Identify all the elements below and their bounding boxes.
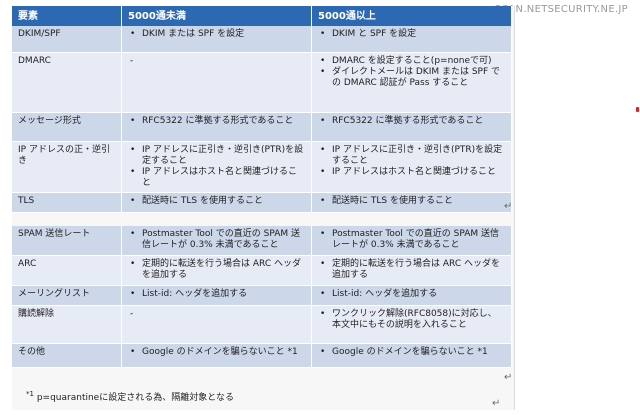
list-item: List-id: ヘッダを追加する [128,289,305,300]
list-item: List-id: ヘッダを追加する [318,289,505,300]
requirements-table-2: SPAM 送信レート Postmaster Tool での直近の SPAM 送信… [12,226,512,368]
table-row: その他 Google のドメインを騙らないこと *1 Google のドメインを… [12,344,512,368]
list-item: 配送時に TLS を使用すること [318,196,505,207]
row-label: メッセージ形式 [12,113,122,142]
list-item: IP アドレスはホスト名と関連づけること [128,167,305,189]
list-item: RFC5322 に準拠する形式であること [318,116,505,127]
list-item: Google のドメインを騙らないこと *1 [318,347,505,358]
header-over-5000: 5000通以上 [312,6,512,26]
row-label: 購読解除 [12,306,122,344]
row-label: その他 [12,344,122,368]
row-label: DMARC [12,53,122,113]
footnote-text: p=quarantineに設定される為、隔離対象となる [36,393,234,403]
table-header-row: 要素 5000通未満 5000通以上 [12,6,512,26]
selection-marker [636,107,639,112]
list-item: IP アドレスに正引き・逆引き(PTR)を設定すること [128,145,305,167]
table-row: TLS 配送時に TLS を使用すること 配送時に TLS を使用すること [12,193,512,213]
table-row: メーリングリスト List-id: ヘッダを追加する List-id: ヘッダを… [12,286,512,306]
return-mark-icon: ↵ [504,372,513,383]
table-row: DMARC - DMARC を設定すること(p=noneで可) ダイレクトメール… [12,53,512,113]
table-row: IP アドレスの正・逆引き IP アドレスに正引き・逆引き(PTR)を設定するこ… [12,142,512,193]
footnote: *1 p=quarantineに設定される為、隔離対象となる [26,390,234,403]
requirements-table-1: 要素 5000通未満 5000通以上 DKIM/SPF DKIM または SPF… [12,6,512,213]
table-row: 購読解除 - ワンクリック解除(RFC8058)に対応し、本文中にもその説明を入… [12,306,512,344]
table-row: SPAM 送信レート Postmaster Tool での直近の SPAM 送信… [12,226,512,256]
return-mark-icon: ↵ [504,201,513,212]
list-item: Postmaster Tool での直近の SPAM 送信レートが 0.3% 未… [318,229,505,251]
row-label: ARC [12,256,122,286]
empty-value: - [130,309,134,319]
header-under-5000: 5000通未満 [122,6,312,26]
row-label: DKIM/SPF [12,26,122,53]
table-row: DKIM/SPF DKIM または SPF を設定 DKIM と SPF を設定 [12,26,512,53]
list-item: 定期的に転送を行う場合は ARC ヘッダを追加する [128,259,305,281]
empty-value: - [130,56,134,66]
list-item: DKIM または SPF を設定 [128,29,305,40]
list-item: Google のドメインを騙らないこと *1 [128,347,305,358]
row-label: SPAM 送信レート [12,226,122,256]
list-item: DKIM と SPF を設定 [318,29,505,40]
list-item: RFC5322 に準拠する形式であること [128,116,305,127]
document-page: 要素 5000通未満 5000通以上 DKIM/SPF DKIM または SPF… [12,6,515,410]
list-item: ワンクリック解除(RFC8058)に対応し、本文中にもその説明を入れること [318,309,505,331]
list-item: DMARC を設定すること(p=noneで可) [318,56,505,67]
list-item: 配送時に TLS を使用すること [128,196,305,207]
list-item: 定期的に転送を行う場合は ARC ヘッダを追加する [318,259,505,281]
table-row: メッセージ形式 RFC5322 に準拠する形式であること RFC5322 に準拠… [12,113,512,142]
list-item: ダイレクトメールは DKIM または SPF での DMARC 認証が Pass… [318,67,505,89]
row-label: IP アドレスの正・逆引き [12,142,122,193]
footnote-mark: *1 [26,390,34,398]
table-row: ARC 定期的に転送を行う場合は ARC ヘッダを追加する 定期的に転送を行う場… [12,256,512,286]
list-item: IP アドレスはホスト名と関連づけること [318,167,505,178]
row-label: TLS [12,193,122,213]
row-label: メーリングリスト [12,286,122,306]
return-mark-icon: ↵ [492,398,501,409]
list-item: Postmaster Tool での直近の SPAM 送信レートが 0.3% 未… [128,229,305,251]
header-element: 要素 [12,6,122,26]
list-item: IP アドレスに正引き・逆引き(PTR)を設定すること [318,145,505,167]
